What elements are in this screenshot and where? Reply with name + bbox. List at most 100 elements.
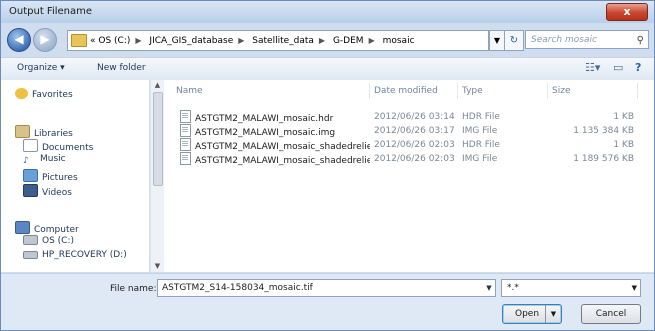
nav-label: Libraries	[34, 129, 73, 139]
breadcrumb: « OS (C:) ▶ JICA_GIS_database ▶ Satellite_…	[90, 31, 415, 50]
file-size: 1 KB	[613, 112, 634, 122]
chevron-down-icon: ▼	[631, 284, 637, 292]
breadcrumb-os-c[interactable]: OS (C:)	[98, 36, 130, 46]
nav-item-computer[interactable]: Computer	[15, 221, 79, 235]
library-icon	[15, 125, 30, 138]
nav-label: Videos	[42, 188, 72, 198]
breadcrumb-satellite[interactable]: Satellite_data	[252, 36, 314, 46]
help-icon[interactable]: ?	[635, 61, 641, 74]
scroll-up-icon[interactable]: ▲	[151, 80, 164, 91]
column-header-type[interactable]: Type	[458, 83, 548, 99]
nav-label: HP_RECOVERY (D:)	[42, 250, 127, 260]
file-date: 2012/06/26 03:17 ...	[374, 126, 458, 136]
open-dropdown-icon[interactable]: ▼	[545, 305, 561, 323]
breadcrumb-jica[interactable]: JICA_GIS_database	[149, 36, 233, 46]
content-area: Favorites Libraries Documents ♪ Music Pic…	[1, 80, 654, 272]
search-placeholder: Search mosaic	[531, 35, 597, 45]
navigation-pane: Favorites Libraries Documents ♪ Music Pic…	[1, 80, 150, 272]
file-date: 2012/06/26 02:03 ...	[374, 154, 458, 164]
file-icon	[180, 110, 191, 123]
file-type: IMG File	[462, 126, 498, 136]
drive-icon	[23, 251, 38, 259]
file-row[interactable]: ASTGTM2_MALAWI_mosaic_shadedrelief.... 2…	[164, 152, 654, 166]
search-input[interactable]: Search mosaic ⚲	[525, 30, 649, 49]
file-row[interactable]: ASTGTM2_MALAWI_mosaic.hdr 2012/06/26 03:…	[164, 110, 654, 124]
file-size: 1 KB	[613, 140, 634, 150]
file-icon	[180, 138, 191, 151]
open-label: Open	[515, 309, 540, 319]
forward-arrow-icon: ▶	[40, 32, 50, 46]
pictures-icon	[23, 169, 38, 182]
open-button[interactable]: Open ▼	[502, 304, 562, 324]
scrollbar-thumb[interactable]	[153, 92, 163, 186]
nav-item-hp-recovery[interactable]: HP_RECOVERY (D:)	[23, 250, 127, 263]
address-bar[interactable]: « OS (C:) ▶ JICA_GIS_database ▶ Satellite_…	[67, 30, 489, 51]
nav-item-documents[interactable]: Documents	[23, 139, 94, 153]
file-name-text: ASTGTM2_MALAWI_mosaic_shadedrelief....	[195, 156, 370, 166]
nav-item-pictures[interactable]: Pictures	[23, 169, 78, 183]
nav-item-music[interactable]: ♪ Music	[23, 154, 66, 167]
drive-icon	[23, 235, 38, 245]
file-list: Name Date modified Type Size ASTGTM2_MAL…	[164, 80, 654, 272]
scroll-down-icon[interactable]: ▼	[151, 261, 164, 272]
file-date: 2012/06/26 02:03 ...	[374, 140, 458, 150]
file-size: 1 135 384 KB	[573, 126, 634, 136]
preview-pane-icon[interactable]: ▭	[613, 61, 623, 74]
chevron-down-icon[interactable]: ▼	[483, 280, 495, 296]
file-type-select[interactable]: *.* ▼	[501, 279, 641, 297]
computer-icon	[15, 221, 30, 234]
nav-item-libraries[interactable]: Libraries	[15, 125, 73, 139]
file-name-text: ASTGTM2_MALAWI_mosaic.hdr	[195, 114, 334, 124]
file-name-text: ASTGTM2_MALAWI_mosaic.img	[195, 128, 336, 138]
nav-item-favorites[interactable]: Favorites	[15, 88, 73, 101]
file-size: 1 189 576 KB	[573, 154, 634, 164]
nav-item-os-c[interactable]: OS (C:)	[23, 235, 74, 248]
address-dropdown-button[interactable]: ▼	[489, 30, 505, 51]
chevron-down-icon: ▼	[493, 36, 501, 45]
column-header-name[interactable]: Name	[172, 83, 370, 99]
navigation-scrollbar[interactable]: ▲ ▼	[150, 80, 164, 272]
file-row[interactable]: ASTGTM2_MALAWI_mosaic_shadedrelief.... 2…	[164, 138, 654, 152]
column-header-date[interactable]: Date modified	[370, 83, 458, 99]
nav-item-videos[interactable]: Videos	[23, 184, 72, 198]
new-folder-button[interactable]: New folder	[97, 63, 146, 73]
file-name-text: ASTGTM2_MALAWI_mosaic_shadedrelief....	[195, 142, 370, 152]
search-icon[interactable]: ⚲	[637, 31, 644, 50]
file-type: HDR File	[462, 140, 500, 150]
folder-icon	[71, 34, 87, 47]
chevron-right-icon[interactable]: ▶	[369, 36, 375, 45]
back-button[interactable]: ◀	[7, 28, 31, 52]
close-button[interactable]: x	[606, 3, 648, 21]
chevron-right-icon[interactable]: ▶	[238, 36, 244, 45]
file-icon	[180, 152, 191, 165]
file-icon	[180, 124, 191, 137]
title-bar: Output Filename x	[1, 1, 654, 23]
address-row: ◀ ▶ « OS (C:) ▶ JICA_GIS_database ▶ Satell…	[1, 25, 654, 55]
dialog-title: Output Filename	[9, 6, 93, 17]
forward-button[interactable]: ▶	[33, 28, 57, 52]
nav-label: OS (C:)	[42, 236, 74, 246]
file-name-input[interactable]: ASTGTM2_S14-158034_mosaic.tif	[157, 279, 496, 297]
breadcrumb-overflow[interactable]: «	[90, 36, 96, 46]
chevron-right-icon[interactable]: ▶	[135, 36, 141, 45]
breadcrumb-mosaic[interactable]: mosaic	[383, 36, 415, 46]
organize-button[interactable]: Organize ▾	[17, 63, 65, 73]
refresh-icon: ↻	[509, 35, 519, 46]
file-row[interactable]: ASTGTM2_MALAWI_mosaic.img 2012/06/26 03:…	[164, 124, 654, 138]
file-type-value: *.*	[507, 283, 519, 293]
refresh-button[interactable]: ↻	[504, 30, 524, 51]
bottom-panel: File name: ASTGTM2_S14-158034_mosaic.tif…	[1, 273, 654, 330]
nav-label: Favorites	[32, 90, 73, 100]
breadcrumb-gdem[interactable]: G-DEM	[333, 36, 364, 46]
nav-label: Pictures	[42, 173, 78, 183]
view-options-icon[interactable]: ☷▾	[585, 61, 600, 74]
music-icon: ♪	[23, 156, 29, 166]
column-header-size[interactable]: Size	[548, 83, 638, 99]
file-type: IMG File	[462, 154, 498, 164]
nav-label: Documents	[42, 143, 94, 153]
cancel-button[interactable]: Cancel	[581, 304, 641, 324]
chevron-right-icon[interactable]: ▶	[319, 36, 325, 45]
output-filename-dialog: Output Filename x ◀ ▶ « OS (C:) ▶ JICA_GI…	[0, 0, 655, 331]
file-name-label: File name:	[110, 284, 157, 294]
back-arrow-icon: ◀	[14, 32, 24, 46]
